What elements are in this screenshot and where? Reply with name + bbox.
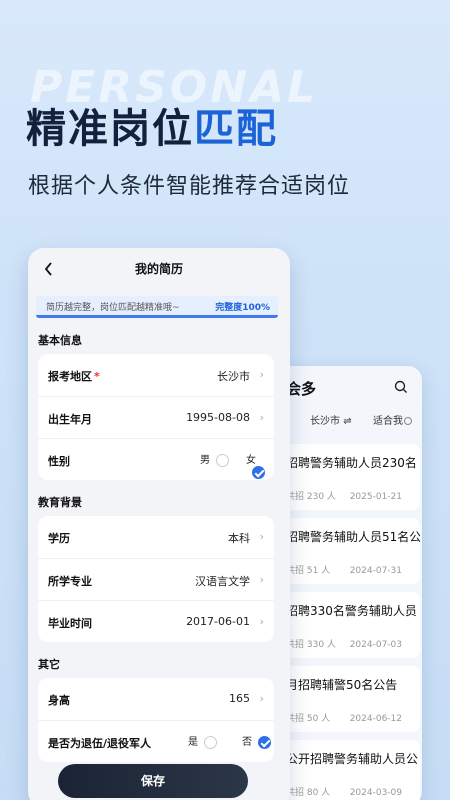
radio-unchecked-icon <box>204 735 217 749</box>
job-title: 招聘330名警务辅助人员 <box>286 604 417 618</box>
height-value: 165 <box>229 692 250 705</box>
major-value: 汉语言文学 <box>195 575 250 588</box>
headline-main: 精准岗位 <box>26 106 194 152</box>
gender-female-option[interactable]: 女 <box>246 451 274 479</box>
basic-info-group: 报考地区 * 长沙市 › 出生年月 1995-08-08 › 性别 男 女 <box>38 354 274 480</box>
section-other-title: 其它 <box>38 658 60 671</box>
job-count: 共招 330 人 <box>286 640 336 650</box>
fit-me-label: 适合我 <box>373 416 403 427</box>
chevron-right-icon: › <box>259 692 264 705</box>
search-icon[interactable] <box>394 380 408 394</box>
radio-checked-icon <box>258 735 271 749</box>
chevron-right-icon: › <box>259 530 264 543</box>
fit-me-filter[interactable]: 适合我 <box>373 412 412 427</box>
gender-male-option[interactable]: 男 <box>200 451 229 467</box>
birth-value: 1995-08-08 <box>186 411 250 424</box>
region-label: 报考地区 * <box>48 370 100 383</box>
graduation-label: 毕业时间 <box>48 617 92 630</box>
job-list-header: 会多 <box>286 380 317 398</box>
job-count: 共招 50 人 <box>286 714 331 724</box>
resume-card: 我的简历 简历越完整，岗位匹配越精准哦~ 完整度100% 基本信息 报考地区 * … <box>28 248 290 800</box>
veteran-yes-option[interactable]: 是 <box>188 733 217 749</box>
job-count: 共招 230 人 <box>286 492 336 502</box>
section-education-title: 教育背景 <box>38 496 82 509</box>
education-group: 学历 本科 › 所学专业 汉语言文学 › 毕业时间 2017-06-01 › <box>38 516 274 642</box>
degree-row[interactable]: 学历 本科 › <box>38 516 274 558</box>
page-title: 我的简历 <box>134 262 183 276</box>
job-date: 2024-06-12 <box>349 714 402 724</box>
job-title: 月招聘辅警50名公告 <box>286 678 398 692</box>
section-basic-title: 基本信息 <box>38 334 82 347</box>
job-item[interactable]: 招聘警务辅助人员51名公 共招 51 人 2024-07-31 <box>280 518 420 584</box>
job-date: 2025-01-21 <box>349 492 402 502</box>
city-filter[interactable]: 长沙市 ⇌ <box>310 412 352 427</box>
degree-label: 学历 <box>48 532 70 545</box>
job-title: 招聘警务辅助人员230名 <box>286 456 417 470</box>
radio-unchecked-icon <box>216 453 229 467</box>
height-label: 身高 <box>48 694 70 707</box>
promo-headline: 精准岗位匹配 <box>26 96 278 154</box>
chevron-right-icon: › <box>259 615 264 628</box>
job-date: 2024-07-03 <box>349 640 402 650</box>
job-title: 招聘警务辅助人员51名公 <box>286 530 420 544</box>
job-item[interactable]: 招聘330名警务辅助人员 共招 330 人 2024-07-03 <box>280 592 420 658</box>
job-title: 公开招聘警务辅助人员公 <box>286 752 419 766</box>
save-button[interactable]: 保存 <box>58 764 248 798</box>
veteran-no-option[interactable]: 否 <box>242 733 271 749</box>
region-value: 长沙市 <box>217 370 250 383</box>
birth-label: 出生年月 <box>48 413 92 426</box>
job-date: 2024-07-31 <box>349 566 402 576</box>
graduation-value: 2017-06-01 <box>186 615 250 628</box>
region-row[interactable]: 报考地区 * 长沙市 › <box>38 354 274 396</box>
city-filter-label: 长沙市 <box>310 416 340 427</box>
major-row[interactable]: 所学专业 汉语言文学 › <box>38 558 274 600</box>
completeness-banner: 简历越完整，岗位匹配越精准哦~ 完整度100% <box>36 296 278 318</box>
chevron-right-icon: › <box>259 573 264 586</box>
job-item[interactable]: 月招聘辅警50名公告 共招 50 人 2024-06-12 <box>280 666 420 732</box>
chevron-right-icon: › <box>259 368 264 381</box>
job-date: 2024-03-09 <box>349 788 402 798</box>
gender-label: 性别 <box>48 455 70 468</box>
job-count: 共招 51 人 <box>286 566 331 576</box>
headline-accent: 匹配 <box>194 106 278 152</box>
birth-row[interactable]: 出生年月 1995-08-08 › <box>38 396 274 438</box>
completeness-hint: 简历越完整，岗位匹配越精准哦~ <box>46 303 180 313</box>
major-label: 所学专业 <box>48 575 92 588</box>
veteran-row: 是否为退伍/退役军人 是 否 <box>38 720 274 762</box>
swap-icon: ⇌ <box>343 416 352 427</box>
fit-me-radio-icon <box>404 417 412 425</box>
radio-checked-icon <box>252 466 265 479</box>
gender-row: 性别 男 女 <box>38 438 274 480</box>
promo-subline: 根据个人条件智能推荐合适岗位 <box>28 174 351 199</box>
degree-value: 本科 <box>228 532 250 545</box>
veteran-label: 是否为退伍/退役军人 <box>48 737 152 750</box>
required-mark: * <box>94 370 100 383</box>
height-row[interactable]: 身高 165 › <box>38 678 274 720</box>
chevron-right-icon: › <box>259 411 264 424</box>
job-count: 共招 80 人 <box>286 788 331 798</box>
job-item[interactable]: 招聘警务辅助人员230名 共招 230 人 2025-01-21 <box>280 444 420 510</box>
other-group: 身高 165 › 是否为退伍/退役军人 是 否 <box>38 678 274 762</box>
completeness-value: 完整度100% <box>215 303 270 313</box>
job-item[interactable]: 公开招聘警务辅助人员公 共招 80 人 2024-03-09 <box>280 740 420 800</box>
graduation-row[interactable]: 毕业时间 2017-06-01 › <box>38 600 274 642</box>
